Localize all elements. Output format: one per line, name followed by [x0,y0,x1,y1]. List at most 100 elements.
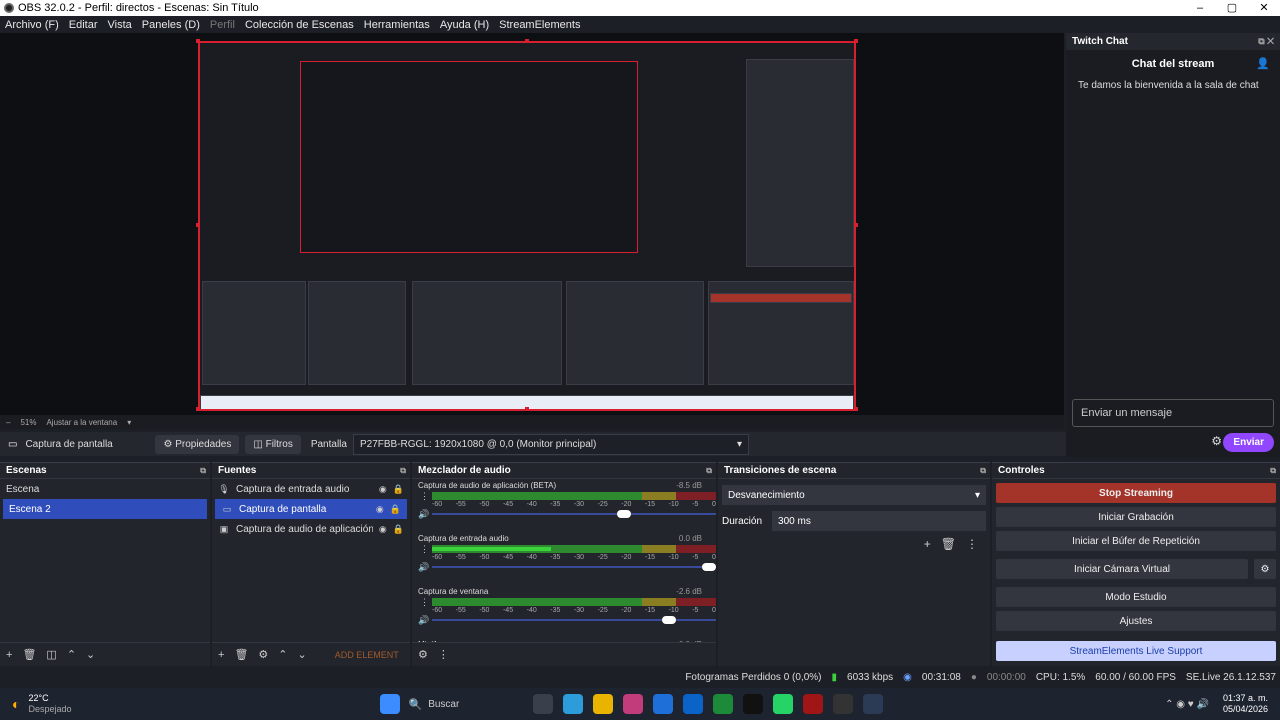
resize-handle[interactable] [854,407,858,411]
slider-knob[interactable] [616,510,631,518]
send-button[interactable]: Enviar [1223,433,1274,452]
virtual-camera-button[interactable]: Iniciar Cámara Virtual [996,559,1248,579]
up-icon[interactable]: ⌃ [67,648,76,661]
undock-icon[interactable]: ⧉ [706,466,712,476]
add-icon[interactable]: + [218,649,224,661]
virtual-camera-settings-icon[interactable]: ⚙ [1254,559,1276,579]
users-icon[interactable]: 👤 [1256,57,1270,70]
settings-button[interactable]: Ajustes [996,611,1276,631]
lock-icon[interactable]: 🔒 [393,524,404,535]
menu-vista[interactable]: Vista [103,19,137,31]
filters-button[interactable]: ◫ Filtros [245,434,301,454]
trash-icon[interactable]: 🗑 [941,537,956,551]
task-view-icon[interactable] [533,694,554,714]
slider-knob[interactable] [702,563,716,571]
add-element-button[interactable]: ADD ELEMENT [335,650,399,660]
search-icon[interactable]: 🔍 [409,698,423,711]
lock-icon[interactable]: 🔒 [390,504,401,515]
preview-area[interactable] [0,33,1064,415]
source-item-active[interactable]: ▭ Captura de pantalla ◉ 🔒 [215,499,407,519]
resize-handle[interactable] [196,39,200,43]
start-recording-button[interactable]: Iniciar Grabación [996,507,1276,527]
duration-input[interactable]: 300 ms [772,511,986,531]
menu-perfil[interactable]: Perfil [205,19,240,31]
kebab-icon[interactable]: ⋮ [438,648,449,661]
obs-icon[interactable] [833,694,854,714]
start-icon[interactable] [379,694,400,714]
kebab-icon[interactable]: ⋮ [420,491,429,502]
close-icon[interactable]: ⧉ ✕ [1258,36,1274,47]
kebab-icon[interactable]: ⋮ [420,597,429,608]
lock-icon[interactable]: 🔒 [393,484,404,495]
speaker-icon[interactable]: 🔊 [418,562,429,573]
menu-archivo[interactable]: Archivo (F) [0,19,64,31]
stop-streaming-button[interactable]: Stop Streaming [996,483,1276,503]
eye-icon[interactable]: ◉ [379,484,387,495]
trash-icon[interactable]: 🗑 [234,648,248,661]
menu-coleccion[interactable]: Colección de Escenas [240,19,359,31]
zoom-out-button[interactable]: – [6,418,10,427]
whatsapp-icon[interactable] [773,694,794,714]
clock-date[interactable]: 05/04/2026 [1223,704,1268,715]
outlook-icon[interactable] [683,694,704,714]
chat-input[interactable]: Enviar un mensaje [1072,399,1274,427]
speaker-icon[interactable]: 🔊 [418,509,429,520]
resize-handle[interactable] [854,39,858,43]
add-icon[interactable]: + [924,537,931,551]
kebab-icon[interactable]: ⋮ [420,544,429,555]
volume-slider[interactable] [432,563,716,571]
menu-editar[interactable]: Editar [64,19,103,31]
slider-knob[interactable] [662,616,677,624]
minimize-button[interactable]: – [1184,0,1216,16]
speaker-icon[interactable]: 🔊 [418,615,429,626]
undock-icon[interactable]: ⧉ [200,466,206,476]
down-icon[interactable]: ⌄ [86,648,95,661]
mixer-settings-icon[interactable]: ⚙ [418,648,428,661]
kebab-icon[interactable]: ⋮ [966,537,978,551]
gear-icon[interactable]: ⚙ [258,648,268,661]
properties-button[interactable]: ⚙ Propiedades [155,434,240,454]
undock-icon[interactable]: ⧉ [400,466,406,476]
taskbar-search[interactable]: Buscar [428,699,528,710]
menu-ayuda[interactable]: Ayuda (H) [435,19,494,31]
resize-handle[interactable] [525,39,529,43]
down-icon[interactable]: ⌄ [298,648,307,661]
store-icon[interactable] [653,694,674,714]
volume-slider[interactable] [432,616,716,624]
display-select[interactable]: P27FBB-RGGL: 1920x1080 @ 0,0 (Monitor pr… [352,433,749,455]
source-item[interactable]: ▣Captura de audio de aplicación (BE◉🔒 [212,519,410,539]
snip-icon[interactable] [863,694,884,714]
preview-canvas[interactable] [198,41,856,411]
volume-slider[interactable] [432,510,716,518]
menu-herramientas[interactable]: Herramientas [359,19,435,31]
resize-handle[interactable] [854,223,858,227]
menu-paneles[interactable]: Paneles (D) [137,19,205,31]
maximize-button[interactable]: ▢ [1216,0,1248,16]
replay-buffer-button[interactable]: Iniciar el Búfer de Repetición [996,531,1276,551]
tiktok-icon[interactable] [743,694,764,714]
resize-handle[interactable] [196,223,200,227]
menu-streamelements[interactable]: StreamElements [494,19,585,31]
undock-icon[interactable]: ⧉ [980,466,986,476]
filter-icon[interactable]: ◫ [46,648,56,661]
add-icon[interactable]: + [6,649,12,661]
app-icon[interactable] [803,694,824,714]
gear-icon[interactable]: ⚙ [1211,434,1222,448]
excel-icon[interactable] [713,694,734,714]
opera-icon[interactable] [623,694,644,714]
explorer-icon[interactable] [593,694,614,714]
scene-item[interactable]: Escena [0,479,210,499]
tray-icons[interactable]: ⌃ ◉ ♥ 🔊 [1165,699,1209,710]
clock-time[interactable]: 01:37 a. m. [1223,693,1268,704]
se-support-button[interactable]: StreamElements Live Support [996,641,1276,661]
transition-select[interactable]: Desvanecimiento ▾ [722,485,986,505]
resize-handle[interactable] [525,407,529,411]
eye-icon[interactable]: ◉ [379,524,387,535]
undock-icon[interactable]: ⧉ [1270,466,1276,476]
studio-mode-button[interactable]: Modo Estudio [996,587,1276,607]
up-icon[interactable]: ⌃ [278,648,287,661]
chevron-down-icon[interactable]: ▾ [127,418,131,427]
copilot-icon[interactable] [563,694,584,714]
resize-handle[interactable] [196,407,200,411]
trash-icon[interactable]: 🗑 [22,648,36,661]
